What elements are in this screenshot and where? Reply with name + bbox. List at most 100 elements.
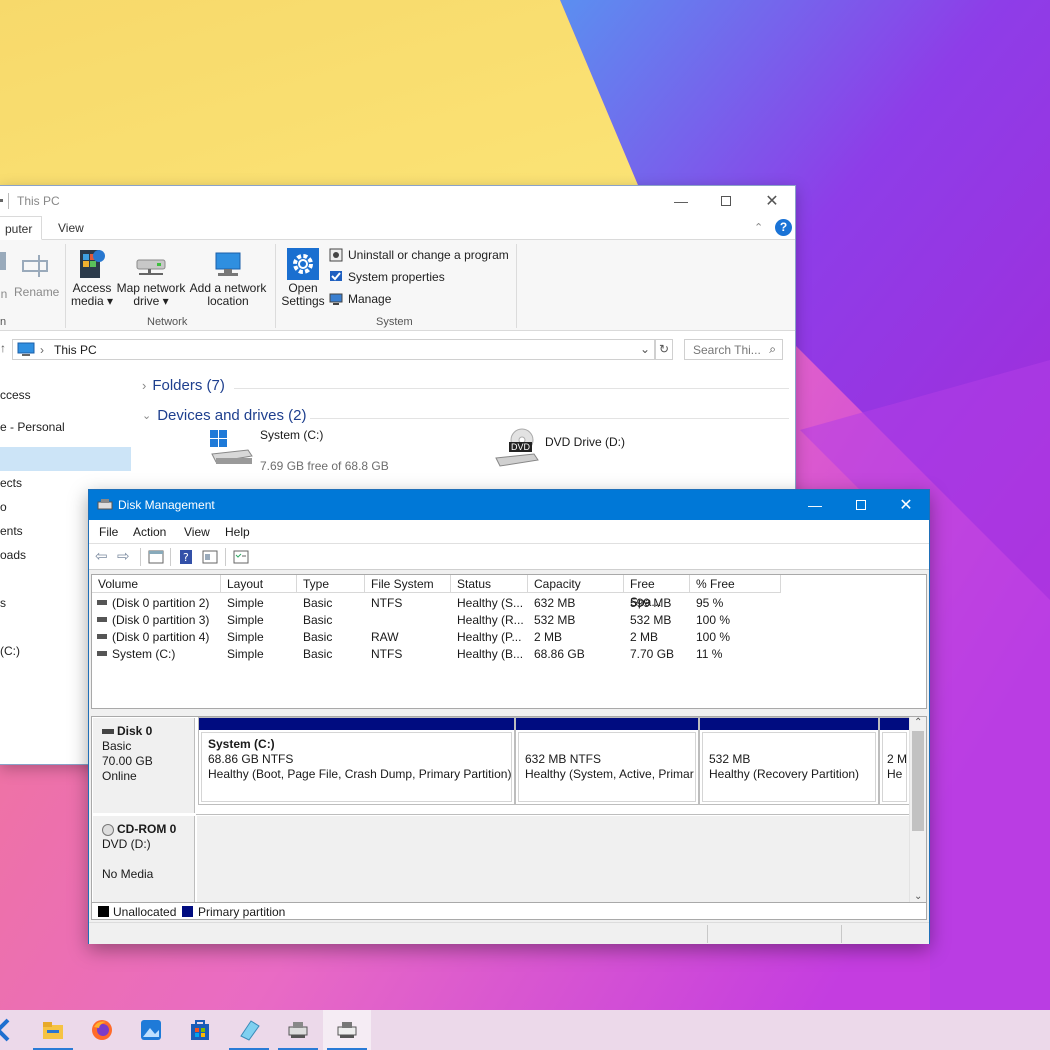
- system-properties-button[interactable]: System properties: [329, 270, 445, 284]
- address-dropdown-icon[interactable]: ⌄: [640, 342, 650, 356]
- manage-button[interactable]: Manage: [329, 292, 391, 306]
- help-icon[interactable]: ?: [775, 219, 792, 236]
- nav-item-documents[interactable]: ents: [0, 524, 23, 538]
- table-row[interactable]: System (C:) Simple Basic NTFS Healthy (B…: [92, 646, 926, 663]
- dm-maximize-button[interactable]: [838, 490, 884, 520]
- refresh-icon[interactable]: ↻: [655, 339, 673, 360]
- drive-c-tile[interactable]: System (C:) 7.69 GB free of 68.8 GB: [208, 428, 508, 473]
- help-book-icon[interactable]: ?: [178, 549, 194, 565]
- scrollbar-thumb[interactable]: [912, 731, 924, 831]
- taskbar-computer-management[interactable]: [274, 1010, 322, 1050]
- add-network-location-button[interactable]: Add a network location: [188, 246, 268, 308]
- map-network-drive-button[interactable]: Map network drive ▾: [114, 246, 188, 308]
- cell-type: Basic: [303, 630, 333, 644]
- volume-icon: [97, 634, 107, 639]
- scroll-down-icon[interactable]: ⌄: [914, 891, 922, 902]
- forward-arrow-icon[interactable]: ⇨: [117, 549, 133, 565]
- nav-item-videos[interactable]: s: [0, 596, 6, 610]
- taskbar-photos[interactable]: [127, 1010, 175, 1050]
- search-input[interactable]: Search Thi... ⌕: [684, 339, 783, 360]
- nav-item-downloads[interactable]: oads: [0, 548, 26, 562]
- volume-list[interactable]: Volume Layout Type File System Status Ca…: [91, 574, 927, 709]
- nav-item-this-pc-selected[interactable]: [0, 447, 131, 471]
- volume-icon: [97, 651, 107, 656]
- media-icon: [70, 246, 114, 282]
- up-arrow-icon[interactable]: ↑: [0, 341, 6, 355]
- dm-close-button[interactable]: ✕: [883, 490, 929, 520]
- table-row[interactable]: (Disk 0 partition 3) Simple Basic Health…: [92, 612, 926, 629]
- disk-0-label[interactable]: Disk 0 Basic 70.00 GB Online: [93, 718, 195, 813]
- disk-graphical-view[interactable]: Disk 0 Basic 70.00 GB Online System (C:)…: [91, 716, 927, 903]
- menu-view[interactable]: View: [184, 525, 210, 539]
- column-header-layout[interactable]: Layout: [221, 575, 297, 593]
- close-button[interactable]: ✕: [749, 186, 795, 216]
- partition-system-reserved[interactable]: 632 MB NTFS Healthy (System, Active, Pri…: [515, 717, 699, 805]
- disk-management-app-icon: [97, 499, 113, 510]
- folders-header-label: Folders (7): [152, 377, 225, 394]
- open-settings-button[interactable]: Open Settings: [280, 246, 326, 308]
- taskbar-notepad[interactable]: [225, 1010, 273, 1050]
- taskbar-store[interactable]: [176, 1010, 224, 1050]
- access-media-button[interactable]: Access media ▾: [70, 246, 114, 308]
- show-hide-tree-icon[interactable]: [148, 549, 164, 565]
- cell-file-system: NTFS: [371, 647, 403, 661]
- tab-computer[interactable]: puter: [0, 216, 42, 240]
- cdrom-0-label[interactable]: CD-ROM 0 DVD (D:) No Media: [93, 816, 195, 902]
- disk-management-titlebar[interactable]: Disk Management — ✕: [89, 490, 929, 520]
- partition-recovery[interactable]: 532 MB Healthy (Recovery Partition): [699, 717, 879, 805]
- maximize-button[interactable]: [703, 186, 749, 216]
- ribbon-partial-item[interactable]: n: [0, 246, 8, 301]
- network-drive-icon: [114, 246, 188, 282]
- volume-icon: [97, 617, 107, 622]
- table-row[interactable]: (Disk 0 partition 4) Simple Basic RAW He…: [92, 629, 926, 646]
- partition-raw[interactable]: 2 M He: [879, 717, 910, 805]
- taskbar-firefox[interactable]: [78, 1010, 126, 1050]
- ribbon-separator: [275, 244, 276, 328]
- column-header-type[interactable]: Type: [297, 575, 365, 593]
- folders-section-header[interactable]: › Folders (7): [142, 377, 225, 394]
- column-header-percent-free[interactable]: % Free: [690, 575, 781, 593]
- disk-icon: [102, 729, 114, 734]
- legend-swatch-unallocated: [98, 906, 109, 917]
- menu-action[interactable]: Action: [133, 525, 166, 539]
- checklist-icon[interactable]: [233, 549, 249, 565]
- toolbar-separator: [140, 548, 141, 566]
- collapse-ribbon-icon[interactable]: ⌃: [754, 221, 763, 234]
- taskbar-file-explorer[interactable]: [29, 1010, 77, 1050]
- back-arrow-icon[interactable]: ⇦: [95, 549, 111, 565]
- column-header-capacity[interactable]: Capacity: [528, 575, 624, 593]
- column-header-file-system[interactable]: File System: [365, 575, 451, 593]
- menu-help[interactable]: Help: [225, 525, 250, 539]
- scroll-up-icon[interactable]: ⌃: [914, 717, 922, 728]
- dm-minimize-button[interactable]: —: [792, 490, 838, 520]
- column-header-free-space[interactable]: Free Spa...: [624, 575, 690, 609]
- nav-item-quick-access[interactable]: ccess: [0, 388, 31, 402]
- nav-item-system-c[interactable]: (C:): [0, 644, 20, 658]
- minimize-button[interactable]: —: [658, 186, 704, 216]
- nav-item-onedrive[interactable]: e - Personal: [0, 420, 65, 434]
- column-header-status[interactable]: Status: [451, 575, 528, 593]
- explorer-titlebar[interactable]: This PC — ✕: [0, 186, 795, 216]
- disk-management-window[interactable]: Disk Management — ✕ File Action View Hel…: [88, 489, 930, 944]
- nav-item-desktop[interactable]: o: [0, 500, 7, 514]
- devices-section-header[interactable]: ⌄ Devices and drives (2): [142, 407, 306, 424]
- nav-item-3d-objects[interactable]: ects: [0, 476, 22, 490]
- rename-button[interactable]: Rename: [14, 246, 59, 299]
- properties-icon[interactable]: [202, 549, 218, 565]
- partition-system-c[interactable]: System (C:) 68.86 GB NTFS Healthy (Boot,…: [198, 717, 515, 805]
- tab-view[interactable]: View: [50, 216, 92, 240]
- file-explorer-icon: [43, 1022, 63, 1039]
- table-row[interactable]: (Disk 0 partition 2) Simple Basic NTFS H…: [92, 595, 926, 612]
- cell-capacity: 632 MB: [534, 596, 576, 610]
- taskbar-edge-partial[interactable]: [0, 1010, 28, 1050]
- drive-d-tile[interactable]: DVD DVD Drive (D:): [494, 428, 694, 468]
- address-bar[interactable]: › This PC ⌄: [12, 339, 655, 360]
- this-pc-icon: [17, 342, 35, 356]
- ribbon: n Rename n Access media ▾ Map network dr…: [0, 240, 795, 331]
- taskbar-disk-management[interactable]: [323, 1010, 371, 1050]
- cell-file-system: RAW: [371, 630, 399, 644]
- menu-file[interactable]: File: [99, 525, 118, 539]
- column-header-volume[interactable]: Volume: [92, 575, 221, 593]
- uninstall-program-button[interactable]: Uninstall or change a program: [329, 248, 509, 262]
- vertical-scrollbar[interactable]: ⌃ ⌄: [909, 717, 926, 902]
